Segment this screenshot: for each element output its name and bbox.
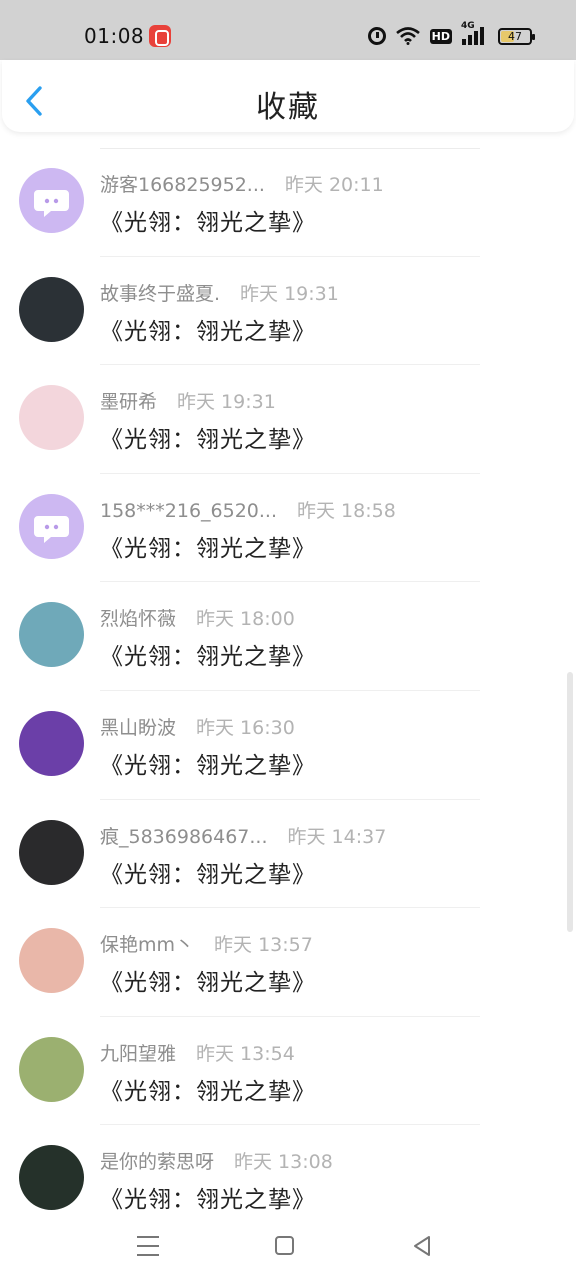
- status-time: 01:08: [84, 24, 145, 48]
- chat-bubble-avatar[interactable]: [19, 168, 84, 233]
- user-name[interactable]: 158***216_6520...: [100, 500, 277, 522]
- book-title[interactable]: 《光翎：翎光之挚》: [100, 1180, 316, 1214]
- user-info: 黑山盼波 昨天 16:30: [100, 713, 295, 740]
- purple-flowers-avatar[interactable]: [19, 710, 84, 776]
- battery-level: 47: [508, 29, 522, 43]
- anime-girl-avatar[interactable]: [19, 385, 84, 451]
- book-title[interactable]: 《光翎：翎光之挚》: [100, 963, 316, 997]
- favorite-time: 昨天 18:58: [297, 499, 396, 522]
- favorite-time: 昨天 14:37: [287, 825, 387, 848]
- favorites-list[interactable]: 游客166825952... 昨天 20:11 《光翎：翎光之挚》 故事终于盛夏. 昨天…: [0, 148, 576, 1234]
- dark-boy-avatar[interactable]: [19, 819, 84, 885]
- user-name[interactable]: 黑山盼波: [100, 717, 176, 739]
- user-info: 故事终于盛夏. 昨天 19:31: [100, 279, 339, 306]
- page-title: 收藏: [256, 90, 320, 125]
- chat-bubble-avatar[interactable]: [19, 493, 84, 559]
- status-icons: HD 4G 47: [367, 21, 535, 46]
- pink-flower-avatar[interactable]: [19, 1145, 84, 1211]
- favorite-list-item[interactable]: 痕_5836986467... 昨天 14:37 《光翎：翎光之挚》: [0, 800, 576, 909]
- chat-bubble-icon: [34, 515, 69, 543]
- nav-bar: 收藏: [2, 60, 574, 132]
- user-info: 九阳望雅 昨天 13:54: [100, 1039, 295, 1066]
- chat-bubble-icon: [34, 190, 69, 217]
- favorite-time: 昨天 13:54: [196, 1042, 295, 1065]
- system-back-button[interactable]: [412, 1235, 432, 1257]
- wifi-icon: [395, 27, 420, 45]
- battery-icon: 47: [498, 27, 535, 45]
- user-name[interactable]: 是你的萦思呀: [100, 1151, 214, 1173]
- network-type: 4G: [461, 21, 475, 31]
- favorite-time: 昨天 16:30: [196, 716, 295, 739]
- home-button[interactable]: [275, 1236, 294, 1255]
- book-title[interactable]: 《光翎：翎光之挚》: [100, 203, 316, 237]
- favorite-list-item[interactable]: 九阳望雅 昨天 13:54 《光翎：翎光之挚》: [0, 1017, 576, 1126]
- favorite-time: 昨天 19:31: [240, 282, 339, 305]
- book-title[interactable]: 《光翎：翎光之挚》: [100, 855, 316, 889]
- scrollbar[interactable]: [567, 672, 573, 932]
- menu-button[interactable]: [137, 1236, 159, 1256]
- cat-window-avatar[interactable]: [19, 276, 84, 342]
- favorite-list-item[interactable]: 烈焰怀薇 昨天 18:00 《光翎：翎光之挚》: [0, 582, 576, 691]
- favorite-time: 昨天 19:31: [177, 391, 276, 414]
- favorite-list-item[interactable]: 墨研希 昨天 19:31 《光翎：翎光之挚》: [0, 365, 576, 474]
- user-name[interactable]: 痕_5836986467...: [100, 826, 268, 848]
- alarm-icon: [367, 27, 386, 45]
- favorite-list-item[interactable]: 黑山盼波 昨天 16:30 《光翎：翎光之挚》: [0, 691, 576, 800]
- favorite-list-item[interactable]: 故事终于盛夏. 昨天 19:31 《光翎：翎光之挚》: [0, 257, 576, 366]
- book-title[interactable]: 《光翎：翎光之挚》: [100, 420, 316, 454]
- favorite-time: 昨天 18:00: [196, 608, 295, 631]
- user-info: 痕_5836986467... 昨天 14:37: [100, 822, 386, 849]
- user-name[interactable]: 九阳望雅: [100, 1043, 176, 1065]
- favorite-time: 昨天 13:57: [214, 934, 313, 957]
- user-name[interactable]: 烈焰怀薇: [100, 608, 176, 630]
- user-name[interactable]: 游客166825952...: [100, 174, 265, 196]
- user-info: 158***216_6520... 昨天 18:58: [100, 496, 396, 523]
- system-nav-bar: [0, 1218, 576, 1280]
- user-info: 烈焰怀薇 昨天 18:00: [100, 604, 295, 631]
- favorite-list-item[interactable]: 保艳mm丶 昨天 13:57 《光翎：翎光之挚》: [0, 908, 576, 1017]
- user-name[interactable]: 故事终于盛夏.: [100, 283, 220, 305]
- signal-icon: 4G: [461, 21, 488, 45]
- favorite-list-item[interactable]: 游客166825952... 昨天 20:11 《光翎：翎光之挚》: [0, 148, 576, 257]
- favorite-time: 昨天 13:08: [234, 1151, 333, 1174]
- book-title[interactable]: 《光翎：翎光之挚》: [100, 312, 316, 346]
- book-title[interactable]: 《光翎：翎光之挚》: [100, 746, 316, 780]
- favorite-list-item[interactable]: 158***216_6520... 昨天 18:58 《光翎：翎光之挚》: [0, 474, 576, 583]
- user-info: 游客166825952... 昨天 20:11: [100, 170, 384, 197]
- hd-icon: HD: [429, 28, 452, 44]
- user-info: 是你的萦思呀 昨天 13:08: [100, 1147, 333, 1174]
- husky-dog-avatar[interactable]: [19, 1036, 84, 1102]
- status-bar: 01:08 HD 4G 47: [0, 0, 576, 60]
- user-info: 保艳mm丶 昨天 13:57: [100, 930, 313, 957]
- user-name[interactable]: 保艳mm丶: [100, 934, 194, 956]
- girl-photo-avatar[interactable]: [19, 928, 84, 994]
- book-title[interactable]: 《光翎：翎光之挚》: [100, 1072, 316, 1106]
- book-title[interactable]: 《光翎：翎光之挚》: [100, 637, 316, 671]
- app-notification-icon: [149, 25, 171, 47]
- book-title[interactable]: 《光翎：翎光之挚》: [100, 529, 316, 563]
- user-info: 墨研希 昨天 19:31: [100, 387, 276, 414]
- favorite-time: 昨天 20:11: [284, 174, 384, 196]
- user-name[interactable]: 墨研希: [100, 391, 157, 413]
- seaside-avatar[interactable]: [19, 602, 84, 668]
